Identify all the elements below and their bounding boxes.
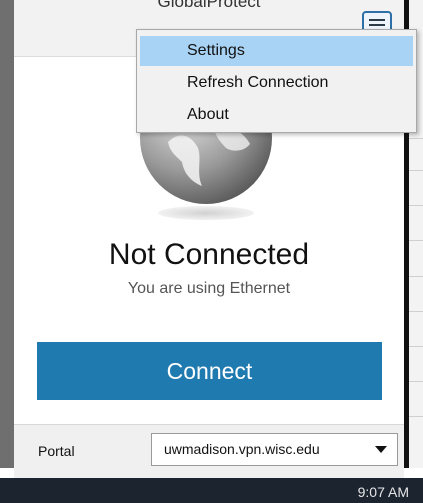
dropdown-menu: Settings Refresh Connection About (136, 29, 417, 133)
background-window-edge (0, 0, 14, 468)
portal-select-value: uwmadison.vpn.wisc.edu (164, 441, 320, 457)
connect-button[interactable]: Connect (37, 342, 382, 400)
menu-item-settings[interactable]: Settings (140, 36, 413, 66)
globe-shadow (158, 206, 254, 220)
portal-label: Portal (38, 443, 75, 459)
chevron-down-icon[interactable] (375, 446, 387, 453)
menu-item-refresh-connection[interactable]: Refresh Connection (140, 68, 413, 98)
menu-item-about[interactable]: About (140, 100, 413, 130)
portal-select[interactable]: uwmadison.vpn.wisc.edu (151, 433, 398, 466)
app-title: GlobalProtect (157, 0, 261, 11)
taskbar: 9:07 AM (0, 478, 423, 503)
connection-status: Not Connected (108, 238, 310, 271)
portal-footer: Portal uwmadison.vpn.wisc.edu (14, 424, 404, 479)
network-status: You are using Ethernet (127, 280, 291, 297)
taskbar-clock: 9:07 AM (357, 484, 409, 500)
